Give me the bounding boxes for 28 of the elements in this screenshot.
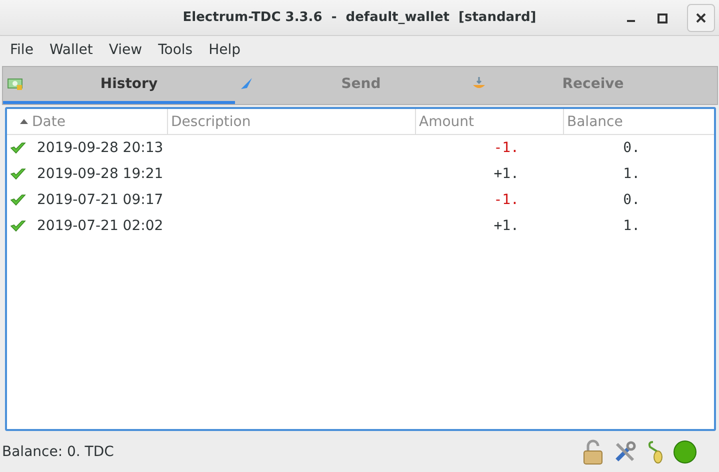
amount-cell-text: -1. xyxy=(492,192,520,208)
balance-cell-text: 0. xyxy=(622,192,641,208)
date-cell: 2019-07-21 02:02 xyxy=(37,218,164,234)
balance-cell-text: 0. xyxy=(622,140,641,156)
close-button[interactable] xyxy=(687,4,715,32)
date-cell: 2019-09-28 19:21 xyxy=(37,166,164,182)
balance-label: Balance: 0. TDC xyxy=(2,444,114,460)
balance-cell-text: 1. xyxy=(622,166,641,182)
maximize-icon[interactable] xyxy=(656,12,669,24)
menu-item[interactable]: View xyxy=(100,42,150,58)
banknote-icon xyxy=(7,76,23,92)
menu-item[interactable]: File xyxy=(2,42,42,58)
close-icon xyxy=(696,13,706,23)
sort-arrow-icon xyxy=(19,117,29,126)
menu-item[interactable]: Tools xyxy=(150,42,201,58)
tab[interactable]: History xyxy=(3,67,235,104)
balance-cell-text: 1. xyxy=(622,218,641,234)
date-cell: 2019-07-21 09:17 xyxy=(37,192,164,208)
amount-cell-text: -1. xyxy=(492,140,520,156)
amount-cell-text: +1. xyxy=(492,218,520,234)
amount-cell-text: +1. xyxy=(492,166,520,182)
window-title: Electrum-TDC 3.3.6 - default_wallet [standard] xyxy=(182,10,536,25)
menu-item[interactable]: Help xyxy=(200,42,249,58)
date-cell: 2019-09-28 20:13 xyxy=(37,140,164,156)
tools-icon[interactable] xyxy=(613,440,637,464)
status-dot-icon[interactable] xyxy=(673,440,697,464)
padlock-icon[interactable] xyxy=(581,438,605,464)
menu-item[interactable]: Wallet xyxy=(41,42,101,58)
